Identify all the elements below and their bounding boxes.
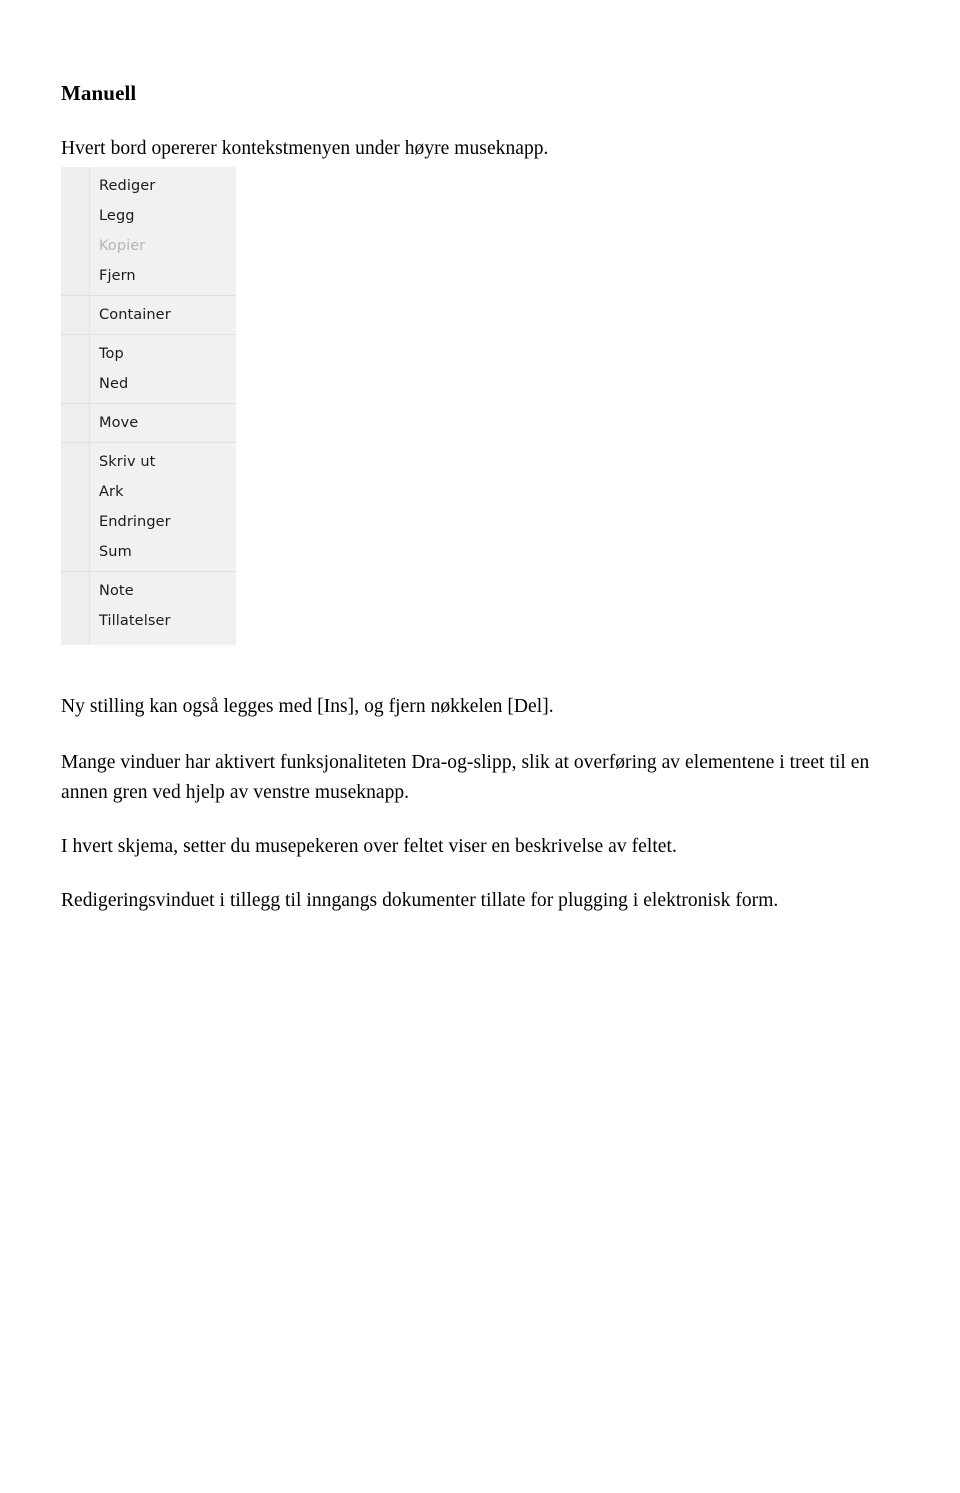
paragraph-field-tooltip: I hvert skjema, setter du musepekeren ov… bbox=[61, 835, 677, 857]
menu-item-label: Kopier bbox=[99, 238, 146, 254]
menu-item-sum[interactable]: Sum bbox=[61, 537, 236, 567]
menu-group: Container bbox=[61, 295, 236, 334]
menu-group: Move bbox=[61, 403, 236, 442]
menu-item-container[interactable]: Container bbox=[61, 300, 236, 330]
menu-item-ark[interactable]: Ark bbox=[61, 477, 236, 507]
menu-item-ned[interactable]: Ned bbox=[61, 369, 236, 399]
menu-item-top[interactable]: Top bbox=[61, 339, 236, 369]
menu-item-rediger[interactable]: Rediger bbox=[61, 171, 236, 201]
menu-group: Skriv ut Ark Endringer Sum bbox=[61, 442, 236, 571]
menu-item-label: Rediger bbox=[99, 178, 156, 194]
menu-group: Rediger Legg Kopier Fjern bbox=[61, 167, 236, 295]
menu-item-label: Ark bbox=[99, 484, 124, 500]
paragraph-edit-window: Redigeringsvinduet i tillegg til inngang… bbox=[61, 889, 779, 911]
menu-item-label: Skriv ut bbox=[99, 454, 156, 470]
menu-item-legg[interactable]: Legg bbox=[61, 201, 236, 231]
menu-item-note[interactable]: Note bbox=[61, 576, 236, 606]
menu-group: Note Tillatelser bbox=[61, 571, 236, 640]
menu-item-label: Fjern bbox=[99, 268, 136, 284]
menu-item-endringer[interactable]: Endringer bbox=[61, 507, 236, 537]
page-title: Manuell bbox=[61, 81, 137, 106]
paragraph-ins-del: Ny stilling kan også legges med [Ins], o… bbox=[61, 695, 554, 717]
menu-item-label: Ned bbox=[99, 376, 129, 392]
menu-item-move[interactable]: Move bbox=[61, 408, 236, 438]
menu-item-label: Top bbox=[99, 346, 124, 362]
menu-item-label: Tillatelser bbox=[99, 613, 171, 629]
menu-item-fjern[interactable]: Fjern bbox=[61, 261, 236, 291]
menu-item-label: Legg bbox=[99, 208, 135, 224]
menu-item-label: Container bbox=[99, 307, 171, 323]
paragraph-drag-and-drop: Mange vinduer har aktivert funksjonalite… bbox=[61, 751, 870, 803]
document-page: Manuell Hvert bord opererer kontekstmeny… bbox=[0, 0, 960, 1493]
context-menu-screenshot: Rediger Legg Kopier Fjern Container Top … bbox=[61, 167, 236, 645]
menu-item-label: Note bbox=[99, 583, 134, 599]
context-menu[interactable]: Rediger Legg Kopier Fjern Container Top … bbox=[61, 167, 236, 645]
menu-item-label: Endringer bbox=[99, 514, 171, 530]
menu-item-tillatelser[interactable]: Tillatelser bbox=[61, 606, 236, 636]
paragraph-intro: Hvert bord opererer kontekstmenyen under… bbox=[61, 137, 549, 159]
menu-group: Top Ned bbox=[61, 334, 236, 403]
menu-item-skriv-ut[interactable]: Skriv ut bbox=[61, 447, 236, 477]
menu-item-kopier: Kopier bbox=[61, 231, 236, 261]
menu-item-label: Sum bbox=[99, 544, 132, 560]
menu-item-label: Move bbox=[99, 415, 139, 431]
